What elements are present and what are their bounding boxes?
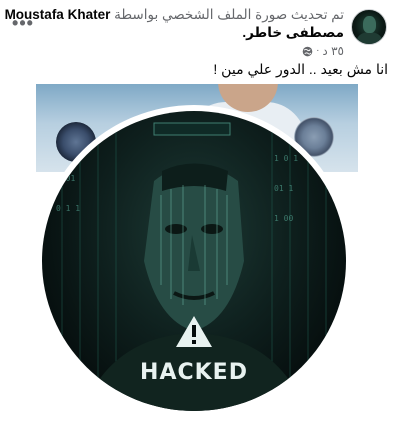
svg-text:1 0 1: 1 0 1: [274, 154, 298, 163]
author-name-arabic[interactable]: مصطفى خاطر.: [14, 24, 344, 42]
svg-text:01 0: 01 0: [56, 144, 75, 153]
avatar-head-shape: [363, 16, 376, 33]
svg-text:1 00: 1 00: [274, 214, 293, 223]
post-timestamp[interactable]: ٣٥ د: [322, 43, 344, 59]
profile-photo-area[interactable]: 01 0 1 01 0 1 1 1 0 1 01 1 1 00 HACKED: [0, 84, 400, 441]
post-header: ••• تم تحديث صورة الملف الشخصي بواسطة Mo…: [0, 0, 400, 60]
post-meta: ٣٥ د ·: [14, 43, 344, 59]
hacked-overlay-label: HACKED: [140, 360, 248, 385]
author-name-link[interactable]: Moustafa Khater: [5, 7, 111, 22]
svg-text:0 1 1: 0 1 1: [56, 204, 80, 213]
meta-separator: ·: [316, 45, 320, 56]
post-header-text: تم تحديث صورة الملف الشخصي بواسطة Mousta…: [5, 6, 344, 59]
post-body-text: انا مش بعيد .. الدور علي مين !: [213, 61, 388, 77]
post-action-text: تم تحديث صورة الملف الشخصي بواسطة: [114, 7, 344, 22]
globe-icon[interactable]: [302, 46, 313, 57]
avatar[interactable]: [351, 9, 387, 45]
profile-picture[interactable]: 01 0 1 01 0 1 1 1 0 1 01 1 1 00 HACKED: [42, 111, 346, 411]
avatar-body-shape: [357, 32, 382, 44]
svg-text:1 01: 1 01: [56, 174, 75, 183]
post-action-line: تم تحديث صورة الملف الشخصي بواسطة Mousta…: [5, 6, 344, 24]
svg-text:01 1: 01 1: [274, 184, 293, 193]
